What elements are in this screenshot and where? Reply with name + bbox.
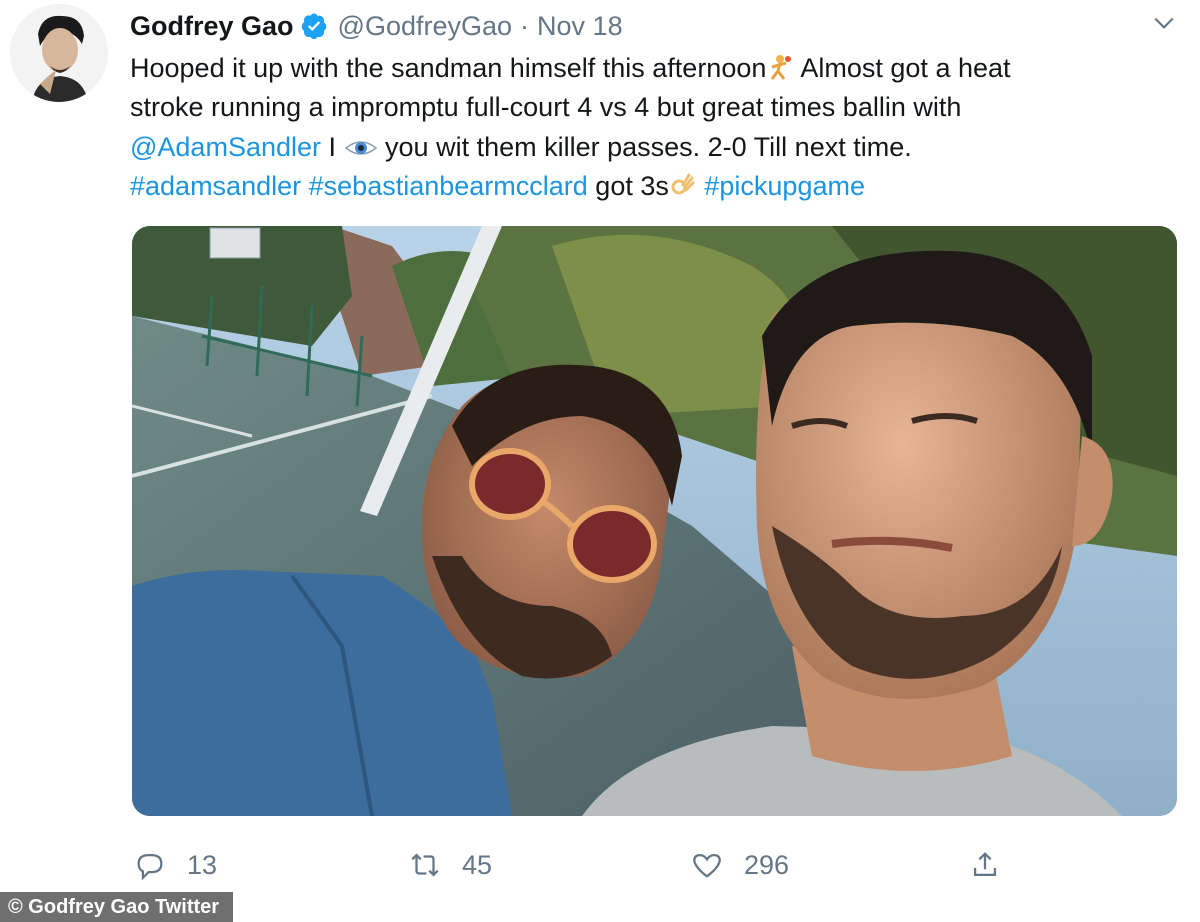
tweet-actions: 13 45 296 xyxy=(0,848,1200,892)
mention-link[interactable]: @AdamSandler xyxy=(130,132,321,162)
tweet-text-segment: Hooped it up with the sandman himself th… xyxy=(130,53,767,83)
tweet-text-segment: Almost got a heat xyxy=(794,53,1011,83)
avatar-image xyxy=(10,4,108,102)
share-button[interactable] xyxy=(968,848,1002,882)
hashtag-link[interactable]: #sebastianbearmcclard xyxy=(309,171,588,201)
like-count: 296 xyxy=(744,849,790,880)
retweet-icon xyxy=(411,853,439,877)
photo-credit: © Godfrey Gao Twitter xyxy=(0,892,234,922)
ok-hand-emoji-icon xyxy=(671,173,695,195)
tweet-line-2: stroke running a impromptu full-court 4 … xyxy=(130,92,962,123)
hashtag-link[interactable]: #adamsandler xyxy=(130,171,301,201)
share-icon xyxy=(973,852,997,877)
tweet-date[interactable]: Nov 18 xyxy=(537,11,623,42)
basketball-player-emoji-icon xyxy=(771,55,792,80)
tweet-photo[interactable] xyxy=(132,226,1177,816)
tweet-line-4: #adamsandler #sebastianbearmcclard got 3… xyxy=(130,167,1180,206)
tweet-line-3: @AdamSandler I you wit them killer passe… xyxy=(130,128,1180,167)
tweet-header: Godfrey Gao @GodfreyGao · Nov 18 xyxy=(130,6,623,46)
author-handle[interactable]: @GodfreyGao xyxy=(338,11,513,42)
retweet-count: 45 xyxy=(462,849,493,880)
tweet-text-segment: I xyxy=(321,131,344,162)
like-icon xyxy=(693,853,721,878)
hashtag-link[interactable]: #pickupgame xyxy=(704,171,865,201)
reply-icon xyxy=(137,853,163,881)
tweet-line-1: Hooped it up with the sandman himself th… xyxy=(130,49,1180,88)
avatar[interactable] xyxy=(10,4,108,102)
tweet-text: Hooped it up with the sandman himself th… xyxy=(130,49,1180,206)
retweet-button[interactable]: 45 xyxy=(408,848,492,882)
tweet-text-segment: got 3s xyxy=(587,170,669,201)
tweet-text-segment: you wit them killer passes. 2-0 Till nex… xyxy=(377,131,912,162)
reply-button[interactable]: 13 xyxy=(133,848,217,882)
eye-emoji-icon xyxy=(344,140,377,155)
author-name[interactable]: Godfrey Gao xyxy=(130,11,294,42)
caret-down-icon[interactable] xyxy=(1151,10,1177,36)
verified-badge-icon xyxy=(301,13,326,40)
selfie-photo-image xyxy=(132,226,1177,816)
separator-dot: · xyxy=(520,10,530,41)
like-button[interactable]: 296 xyxy=(690,848,789,882)
reply-count: 13 xyxy=(187,849,218,880)
